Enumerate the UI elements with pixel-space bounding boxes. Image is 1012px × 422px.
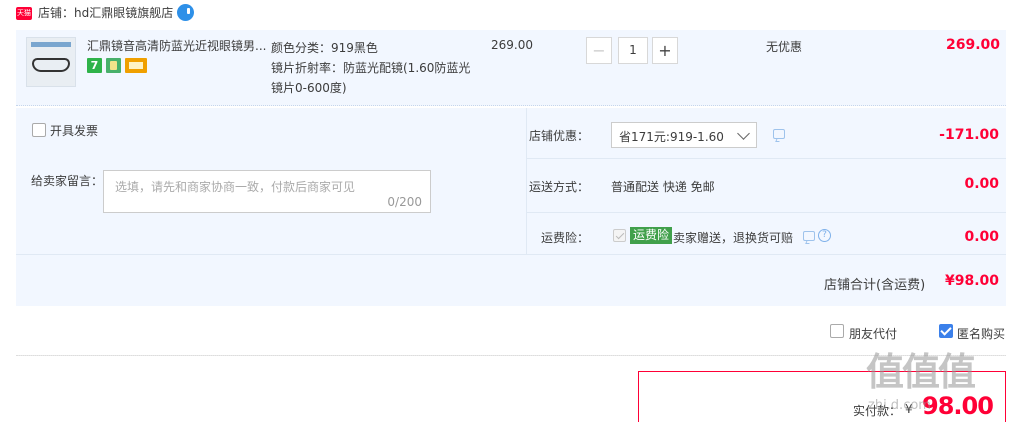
- sku-color: 颜色分类：919黑色: [271, 41, 378, 55]
- shop-discount-select[interactable]: 省171元:919-1.60: [611, 122, 757, 148]
- pay-amount: 98.00: [922, 392, 994, 420]
- shop-total-amount: ¥98.00: [945, 273, 1000, 289]
- wangwang-chat-icon[interactable]: [177, 4, 194, 21]
- message-label: 给卖家留言：: [31, 174, 104, 188]
- shop-header: 天猫 店铺：hd汇鼎眼镜旗舰店: [0, 0, 1012, 26]
- insurance-amount: 0.00: [964, 229, 999, 245]
- glasses-image: [32, 58, 70, 72]
- chevron-down-icon: [737, 127, 750, 140]
- order-options: 开具发票 给卖家留言： 选填，请先和商家协商一致，付款后商家可见 0/200 店…: [16, 108, 1006, 306]
- friend-pay-checkbox[interactable]: [830, 324, 844, 338]
- divider: [16, 254, 1006, 255]
- insurance-checkbox: [613, 229, 626, 242]
- unit-price: 269.00: [491, 38, 533, 52]
- shipping-value: 普通配送 快递 免邮: [611, 180, 715, 194]
- insurance-label: 运费险：: [540, 231, 589, 245]
- service-card-icon[interactable]: [125, 58, 147, 73]
- order-item-row: 汇鼎镜音高清防蓝光近视眼镜男... 7 颜色分类：919黑色 镜片折射率：防蓝光…: [16, 30, 1006, 106]
- product-title[interactable]: 汇鼎镜音高清防蓝光近视眼镜男...: [87, 38, 267, 54]
- product-sku: 颜色分类：919黑色 镜片折射率：防蓝光配镜(1.60防蓝光镜片0-600度): [271, 38, 471, 98]
- item-subtotal: 269.00: [945, 37, 1000, 53]
- anonymous-checkbox[interactable]: [939, 324, 953, 338]
- shipping-amount: 0.00: [964, 176, 999, 192]
- chat-bubble-icon[interactable]: [803, 231, 815, 241]
- thumbnail-caption: [31, 42, 71, 47]
- watermark-sub: zhi.d.com: [868, 398, 931, 413]
- watermark: 值值值: [866, 350, 976, 394]
- divider: [16, 355, 1006, 356]
- product-thumbnail[interactable]: [26, 37, 76, 87]
- message-char-count: 0/200: [387, 195, 422, 209]
- shop-name[interactable]: 店铺：hd汇鼎眼镜旗舰店: [38, 5, 173, 21]
- qty-plus-button[interactable]: +: [652, 37, 678, 64]
- insurance-tag: 运费险: [630, 227, 673, 244]
- insurance-desc: 卖家赠送，退换货可赔: [673, 231, 794, 245]
- service-guarantee-icon[interactable]: [106, 58, 121, 73]
- invoice-checkbox[interactable]: [32, 123, 46, 137]
- divider: [527, 212, 1006, 213]
- shop-discount-label: 店铺优惠：: [528, 129, 589, 143]
- anonymous-label[interactable]: 匿名购买: [957, 325, 1005, 342]
- invoice-label[interactable]: 开具发票: [50, 122, 98, 139]
- sku-lens: 镜片折射率：防蓝光配镜(1.60防蓝光镜片0-600度): [271, 61, 471, 95]
- message-placeholder: 选填，请先和商家协商一致，付款后商家可见: [115, 180, 356, 194]
- qty-minus-button[interactable]: −: [586, 37, 612, 64]
- chat-bubble-icon[interactable]: [773, 129, 785, 139]
- service-7day-icon[interactable]: 7: [87, 58, 102, 73]
- message-input[interactable]: 选填，请先和商家协商一致，付款后商家可见 0/200: [103, 170, 431, 213]
- help-icon[interactable]: ?: [818, 229, 831, 242]
- qty-input[interactable]: 1: [618, 37, 648, 64]
- item-discount: 无优惠: [766, 40, 803, 54]
- shop-discount-value: 省171元:919-1.60: [619, 130, 724, 144]
- shop-total-label: 店铺合计(含运费): [824, 278, 926, 293]
- shipping-label: 运送方式：: [528, 180, 589, 194]
- tmall-badge-icon: 天猫: [16, 7, 32, 20]
- shop-discount-amount: -171.00: [939, 127, 999, 143]
- friend-pay-label[interactable]: 朋友代付: [849, 325, 897, 342]
- divider: [527, 158, 1006, 159]
